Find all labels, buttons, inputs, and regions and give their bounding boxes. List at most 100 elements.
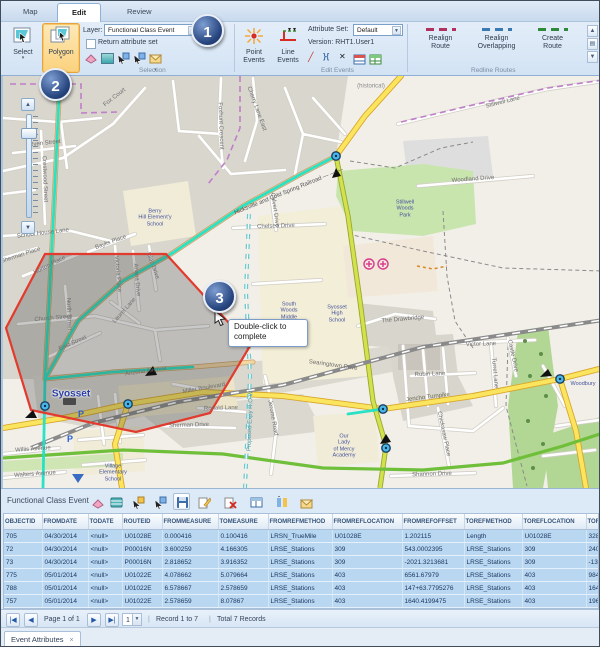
- table-cell[interactable]: 775: [4, 569, 42, 582]
- create-route-button[interactable]: Create Route: [525, 25, 580, 69]
- table-cell[interactable]: 403: [332, 569, 402, 582]
- tab-review[interactable]: Review: [113, 3, 166, 21]
- table-cell[interactable]: 05/01/2014: [42, 595, 88, 608]
- table-cell[interactable]: U01022E: [122, 582, 162, 595]
- zoom-out-icon[interactable]: ▼: [21, 221, 35, 234]
- column-header[interactable]: TOMEASURE: [218, 514, 268, 530]
- table-cell[interactable]: U01028E: [522, 530, 586, 543]
- polygon-dropdown-arrow[interactable]: ▾: [43, 56, 79, 60]
- table-cell[interactable]: 6561.67979: [402, 569, 464, 582]
- realign-overlapping-button[interactable]: Realign Overlapping: [469, 25, 524, 69]
- table-cell[interactable]: 309: [332, 543, 402, 556]
- column-header[interactable]: FROMMEASURE: [162, 514, 218, 530]
- table-row[interactable]: 78805/01/2014<null>U01022E6.5786672.5786…: [4, 582, 599, 595]
- table-cell[interactable]: 1640.4199475: [586, 582, 599, 595]
- merge-events-icon[interactable]: }{: [323, 52, 336, 64]
- table-cell[interactable]: <null>: [88, 556, 122, 569]
- column-header[interactable]: FROMREFMETHOD: [268, 514, 332, 530]
- table-cell[interactable]: LRSE_Stations: [464, 543, 522, 556]
- table-cell[interactable]: 403: [332, 595, 402, 608]
- table-row[interactable]: 75705/01/2014<null>U01022E2.5786598.0786…: [4, 595, 599, 608]
- table-cell[interactable]: 757: [4, 595, 42, 608]
- table-cell[interactable]: LRSE_Stations: [268, 595, 332, 608]
- table-cell[interactable]: 05/01/2014: [42, 569, 88, 582]
- point-events-button[interactable]: Point Events: [237, 23, 271, 73]
- table-cell[interactable]: LRSE_Stations: [268, 556, 332, 569]
- map-viewport[interactable]: P P: [1, 76, 600, 488]
- table-row[interactable]: 7304/30/2014<null>P00016N2.8186523.91635…: [4, 556, 599, 569]
- select-events-icon[interactable]: [129, 493, 146, 510]
- delete-record-icon[interactable]: [221, 493, 238, 510]
- open-table-icon[interactable]: [107, 493, 124, 510]
- table-cell[interactable]: Length: [464, 530, 522, 543]
- table-cell[interactable]: P00016N: [122, 543, 162, 556]
- table-cell[interactable]: 73: [4, 556, 42, 569]
- table-cell[interactable]: 0.100416: [218, 530, 268, 543]
- table-cell[interactable]: 403: [522, 582, 586, 595]
- polygon-tool-button[interactable]: Polygon ▾: [42, 23, 80, 73]
- table-cell[interactable]: 543.0002395: [402, 543, 464, 556]
- table-cell[interactable]: 2400.1048819: [586, 543, 599, 556]
- tab-map[interactable]: Map: [9, 3, 52, 21]
- layer-combobox[interactable]: Functional Class Event ▼: [104, 24, 199, 36]
- select-tool-button[interactable]: Select ▾: [4, 23, 42, 73]
- column-header[interactable]: FROMREFLOCATION: [332, 514, 402, 530]
- table-cell[interactable]: LRSN_TrueMile: [268, 530, 332, 543]
- table-cell[interactable]: 4.078662: [162, 569, 218, 582]
- column-header[interactable]: FROMREFOFFSET: [402, 514, 464, 530]
- table-cell[interactable]: P00016N: [122, 556, 162, 569]
- table-cell[interactable]: U01022E: [122, 595, 162, 608]
- ribbon-scroll-thumb[interactable]: ▤: [587, 38, 598, 50]
- select-by-attribute-icon[interactable]: [117, 51, 130, 63]
- event-grid-icon[interactable]: [353, 52, 366, 64]
- table-cell[interactable]: LRSE_Stations: [268, 569, 332, 582]
- page-number-select[interactable]: 1▼: [122, 613, 142, 626]
- zoom-to-selection-icon[interactable]: [151, 493, 168, 510]
- table-cell[interactable]: 3.600259: [162, 543, 218, 556]
- map-zoom-control[interactable]: ▲ ▼: [19, 98, 37, 234]
- table-cell[interactable]: 8.07867: [218, 595, 268, 608]
- table-cell[interactable]: LRSE_Stations: [464, 595, 522, 608]
- table-cell[interactable]: 5.079664: [218, 569, 268, 582]
- table-cell[interactable]: LRSE_Stations: [464, 582, 522, 595]
- table-cell[interactable]: <null>: [88, 530, 122, 543]
- next-page-icon[interactable]: ▶: [87, 613, 101, 627]
- export-records-icon[interactable]: [297, 493, 314, 510]
- table-cell[interactable]: LRSE_Stations: [268, 543, 332, 556]
- save-edits-icon[interactable]: [173, 493, 190, 510]
- table-cell[interactable]: <null>: [88, 569, 122, 582]
- table-cell[interactable]: 1.202115: [402, 530, 464, 543]
- select-dropdown-arrow[interactable]: ▾: [5, 56, 41, 60]
- table-row[interactable]: 77505/01/2014<null>U01022E4.0786625.0796…: [4, 569, 599, 582]
- prev-page-icon[interactable]: ◀: [24, 613, 38, 627]
- column-header[interactable]: FROMDATE: [42, 514, 88, 530]
- table-cell[interactable]: U01028E: [332, 530, 402, 543]
- table-cell[interactable]: 0.000416: [162, 530, 218, 543]
- table-row[interactable]: 70504/30/2014<null>U01028E0.0004160.1004…: [4, 530, 599, 543]
- zoom-in-icon[interactable]: ▲: [21, 98, 35, 111]
- clear-selection-icon[interactable]: [85, 51, 98, 63]
- table-cell[interactable]: 6.578667: [162, 582, 218, 595]
- table-cell[interactable]: -1372.7007874: [586, 556, 599, 569]
- attribute-table-icon[interactable]: [101, 51, 114, 63]
- table-cell[interactable]: 309: [522, 556, 586, 569]
- event-attributes-tab[interactable]: Event Attributes×: [4, 631, 81, 647]
- table-cell[interactable]: 04/30/2014: [42, 530, 88, 543]
- table-cell[interactable]: <null>: [88, 543, 122, 556]
- edit-record-icon[interactable]: [195, 493, 212, 510]
- table-cell[interactable]: 4.166305: [218, 543, 268, 556]
- table-cell[interactable]: 403: [522, 595, 586, 608]
- table-cell[interactable]: LRSE_Stations: [464, 556, 522, 569]
- table-cell[interactable]: 788: [4, 582, 42, 595]
- table-cell[interactable]: 3.916352: [218, 556, 268, 569]
- tab-edit[interactable]: Edit: [57, 3, 101, 22]
- table-row[interactable]: 7204/30/2014<null>P00016N3.6002594.16630…: [4, 543, 599, 556]
- table-cell[interactable]: LRSE_Stations: [268, 582, 332, 595]
- column-header[interactable]: ROUTEID: [122, 514, 162, 530]
- table-cell[interactable]: 147+63.7795276: [402, 582, 464, 595]
- line-events-button[interactable]: Line Events: [271, 23, 305, 73]
- export-selection-icon[interactable]: ▾: [149, 51, 162, 63]
- column-header[interactable]: TOREFOFFSET: [586, 514, 599, 530]
- column-header[interactable]: OBJECTID: [4, 514, 42, 530]
- table-cell[interactable]: 04/30/2014: [42, 556, 88, 569]
